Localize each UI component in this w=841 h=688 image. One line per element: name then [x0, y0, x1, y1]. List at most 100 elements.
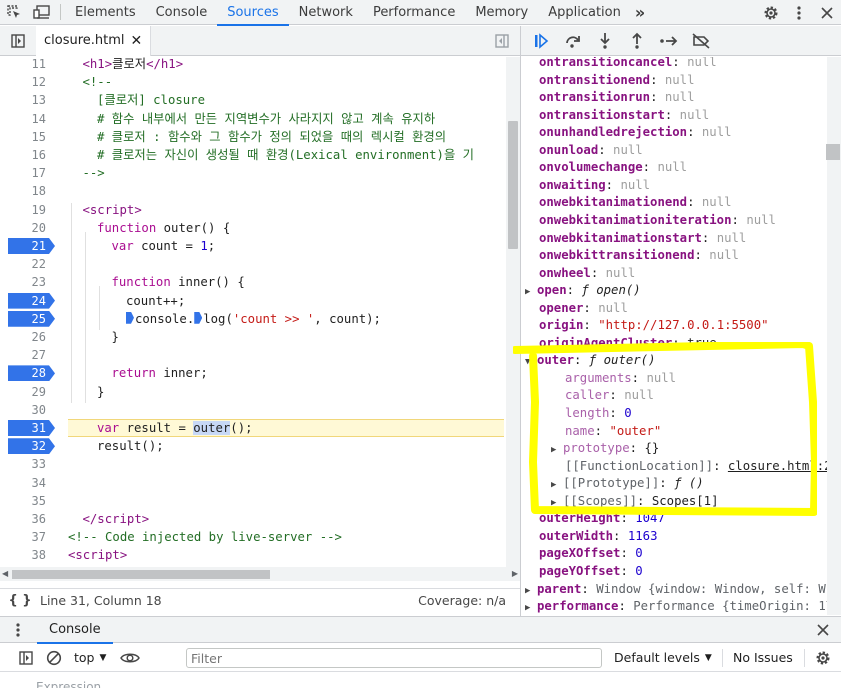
code-line[interactable]: 33 [0, 455, 506, 473]
editor-scroll-thumb[interactable] [508, 121, 518, 249]
breakpoint-line-number[interactable]: 32 [0, 437, 55, 455]
code-line[interactable]: 20 function outer() { [0, 219, 506, 237]
collapsed-arrow-icon[interactable]: ▶ [551, 442, 563, 460]
code-line[interactable]: 21 var count = 1; [0, 237, 506, 255]
scope-property-onvolumechange[interactable]: onvolumechange: null [539, 159, 687, 177]
scope-property-ontransitionstart[interactable]: ontransitionstart: null [539, 107, 709, 125]
file-tab-closure[interactable]: closure.html ✕ [36, 25, 152, 56]
code-line[interactable]: 29} [0, 383, 506, 401]
code-line[interactable]: 15 # 클로저 : 함수와 그 함수가 정의 되었을 때의 렉시컬 환경의 [0, 128, 506, 146]
tab-elements[interactable]: Elements [65, 0, 146, 25]
code-line[interactable]: 38 <script> [0, 546, 506, 564]
scope-property-ontransitioncancel[interactable]: ontransitioncancel: null [539, 57, 717, 72]
code-line[interactable]: 13 [클로저] closure [0, 91, 506, 109]
log-levels-dropdown[interactable]: Default levels ▼ [614, 650, 712, 665]
breakpoint-line-number[interactable]: 24 [0, 292, 55, 310]
tab-application[interactable]: Application [538, 0, 631, 25]
scope-scrollbar[interactable] [827, 57, 841, 615]
breakpoint-line-number[interactable]: 28 [0, 364, 55, 382]
scope-property-open[interactable]: ▶ open: ƒ open() [525, 282, 641, 300]
tab-network[interactable]: Network [289, 0, 363, 25]
collapsed-arrow-icon[interactable]: ▶ [525, 583, 537, 601]
deactivate-breakpoints-icon[interactable] [689, 29, 713, 53]
line-number[interactable]: 20 [0, 219, 50, 237]
scope-property-prototype[interactable]: ▶ prototype: {} [551, 440, 659, 458]
code-line[interactable]: 30 [0, 401, 506, 419]
scope-property-onwaiting[interactable]: onwaiting: null [539, 177, 650, 195]
code-line[interactable]: 26} [0, 328, 506, 346]
line-number[interactable]: 22 [0, 255, 50, 273]
scope-property-arguments[interactable]: arguments: null [565, 370, 676, 388]
line-number[interactable]: 29 [0, 383, 50, 401]
code-line[interactable]: 31 var result = outer(); [0, 419, 506, 437]
code-line[interactable]: 37 <!-- Code injected by live-server --> [0, 528, 506, 546]
issues-counter[interactable]: No Issues [733, 650, 793, 665]
code-editor[interactable]: 11 <h1>클로저</h1> 12 <!-- 13 [클로저] closure 14 # 함… [0, 57, 506, 567]
live-expression-eye-icon[interactable] [116, 644, 144, 672]
scope-property-parent[interactable]: ▶ parent: Window {window: Window, self: W [525, 581, 826, 599]
close-tab-icon[interactable]: ✕ [131, 33, 143, 49]
line-number[interactable]: 13 [0, 91, 50, 109]
code-line[interactable]: 14 # 함수 내부에서 만든 지역변수가 사라지지 않고 계속 유지하 [0, 110, 506, 128]
line-number[interactable]: 37 [0, 528, 50, 546]
collapsed-arrow-icon[interactable]: ▶ [525, 600, 537, 615]
line-number[interactable]: 35 [0, 492, 50, 510]
code-line[interactable]: 28 return inner; [0, 364, 506, 382]
editor-vertical-scrollbar[interactable] [506, 57, 520, 567]
more-options-icon[interactable] [785, 0, 813, 25]
line-number[interactable]: 18 [0, 182, 50, 200]
line-number[interactable]: 17 [0, 164, 50, 182]
step-out-icon[interactable] [625, 29, 649, 53]
inspect-element-icon[interactable] [0, 0, 28, 25]
scope-property-ontransitionrun[interactable]: ontransitionrun: null [539, 89, 695, 107]
toggle-debugger-icon[interactable] [488, 26, 516, 56]
scope-property-prototype[interactable]: ▶ [[Prototype]]: ƒ () [551, 475, 704, 493]
scope-property-length[interactable]: length: 0 [565, 405, 632, 423]
line-number[interactable]: 12 [0, 73, 50, 91]
scope-property-outerheight[interactable]: outerHeight: 1047 [539, 510, 665, 528]
line-number[interactable]: 26 [0, 328, 50, 346]
scope-property-onunload[interactable]: onunload: null [539, 142, 643, 160]
device-toolbar-icon[interactable] [28, 0, 56, 25]
code-line[interactable]: 16 # 클로저는 자신이 생성될 때 환경(Lexical environmen… [0, 146, 506, 164]
code-line[interactable]: 19 <script> [0, 201, 506, 219]
line-number[interactable]: 11 [0, 57, 50, 73]
settings-gear-icon[interactable] [757, 0, 785, 25]
code-line[interactable]: 35 [0, 492, 506, 510]
editor-hscroll-thumb[interactable] [12, 570, 270, 579]
resume-icon[interactable] [529, 29, 553, 53]
toggle-navigator-icon[interactable] [0, 26, 36, 56]
line-number[interactable]: 38 [0, 546, 50, 564]
line-number[interactable]: 15 [0, 128, 50, 146]
code-line[interactable]: 24 count++; [0, 292, 506, 310]
line-number[interactable]: 34 [0, 474, 50, 492]
scope-property-outer[interactable]: ▼ outer: ƒ outer() [525, 352, 655, 370]
expanded-arrow-icon[interactable]: ▼ [525, 354, 537, 372]
line-number[interactable]: 19 [0, 201, 50, 219]
drawer-more-icon[interactable] [8, 620, 28, 640]
code-line[interactable]: 25 console. log('count >> ', count); [0, 310, 506, 328]
step-icon[interactable] [657, 29, 681, 53]
code-line[interactable]: 11 <h1>클로저</h1> [0, 57, 506, 73]
line-number[interactable]: 36 [0, 510, 50, 528]
console-settings-gear-icon[interactable] [809, 644, 837, 672]
console-sidebar-icon[interactable] [12, 644, 40, 672]
collapsed-arrow-icon[interactable]: ▶ [525, 284, 537, 302]
scope-property-origin[interactable]: origin: "http://127.0.0.1:5500" [539, 317, 769, 335]
code-line[interactable]: 22 [0, 255, 506, 273]
line-number[interactable]: 23 [0, 273, 50, 291]
code-line[interactable]: 32 result(); [0, 437, 506, 455]
scope-property-pagexoffset[interactable]: pageXOffset: 0 [539, 545, 643, 563]
scope-property-onunhandledrejection[interactable]: onunhandledrejection: null [539, 124, 732, 142]
scope-property-onwheel[interactable]: onwheel: null [539, 265, 635, 283]
scope-property-functionlocation[interactable]: [[FunctionLocation]]: closure.html:20 [565, 458, 827, 476]
code-line[interactable]: 17 --> [0, 164, 506, 182]
scope-property-ontransitionend[interactable]: ontransitionend: null [539, 72, 695, 90]
code-line[interactable]: 27 [0, 346, 506, 364]
pretty-print-button[interactable]: { } [0, 593, 40, 608]
scope-property-onwebkittransitionend[interactable]: onwebkittransitionend: null [539, 247, 739, 265]
code-line[interactable]: 12 <!-- [0, 73, 506, 91]
scope-property-performance[interactable]: ▶ performance: Performance {timeOrigin: 1… [525, 598, 827, 615]
tab-sources[interactable]: Sources [217, 0, 290, 26]
scope-property-onwebkitanimationstart[interactable]: onwebkitanimationstart: null [539, 230, 746, 248]
